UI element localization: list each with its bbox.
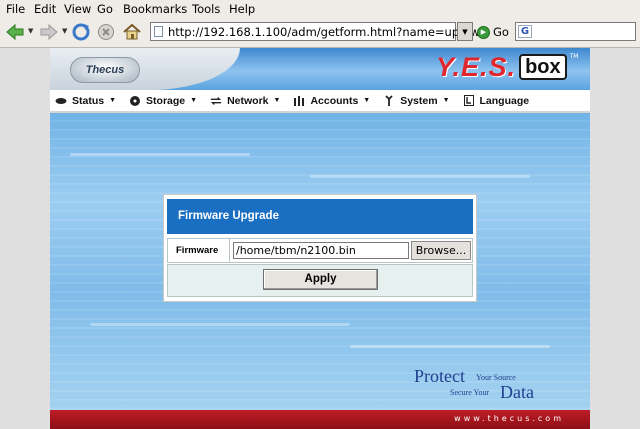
thecus-logo[interactable]: Thecus (70, 57, 140, 83)
chevron-down-icon: ▼ (109, 97, 117, 104)
forward-button[interactable] (38, 21, 60, 43)
row-divider (229, 239, 230, 262)
chevron-down-icon: ▼ (273, 97, 281, 104)
background-streak (310, 175, 530, 178)
menu-file[interactable]: File (6, 2, 25, 16)
go-arrow-icon: ▶ (477, 25, 490, 39)
reload-button[interactable] (70, 21, 92, 43)
nav-network[interactable]: Network ▼ (210, 95, 280, 107)
disk-icon (55, 95, 67, 107)
header-banner: Thecus Y.E.S. box TM (50, 48, 590, 90)
nav-accounts[interactable]: Accounts ▼ (293, 95, 370, 107)
browse-button[interactable]: Browse... (411, 241, 471, 260)
menu-bookmarks[interactable]: Bookmarks (123, 2, 187, 16)
go-button[interactable]: ▶ Go (477, 24, 509, 40)
footer-url[interactable]: www.thecus.com (454, 414, 564, 423)
url-bar[interactable]: http://192.168.1.100/adm/getform.html?na… (150, 22, 480, 41)
language-icon (463, 95, 475, 107)
forward-dropdown-icon[interactable]: ▼ (62, 27, 67, 35)
home-icon (123, 23, 141, 40)
nav-status[interactable]: Status ▼ (55, 95, 116, 107)
panel-title: Firmware Upgrade (167, 199, 473, 234)
firmware-file-input[interactable]: /home/tbm/n2100.bin (233, 242, 409, 259)
brand-tm: TM (569, 53, 579, 60)
back-arrow-icon (6, 23, 24, 41)
site-nav-menu: Status ▼ Storage ▼ Network ▼ Accounts ▼ Syst… (50, 90, 590, 113)
search-box[interactable]: G (515, 22, 636, 41)
nav-language[interactable]: Language (463, 94, 530, 107)
slogan-secure-your: Secure Your (450, 388, 490, 397)
firmware-row: Firmware /home/tbm/n2100.bin Browse... (167, 238, 473, 263)
page-icon (154, 26, 163, 37)
wrench-icon (383, 94, 395, 107)
google-search-icon: G (518, 25, 532, 38)
stop-icon (98, 24, 114, 40)
background-streak (90, 323, 350, 326)
footer-bar: www.thecus.com (50, 410, 590, 429)
page-viewport: Thecus Y.E.S. box TM Status ▼ Storage ▼ Ne… (0, 48, 640, 429)
slogan-data: Data (500, 382, 534, 402)
network-icon (210, 95, 222, 107)
url-text: http://192.168.1.100/adm/getform.html?na… (168, 25, 480, 39)
background-streak (70, 153, 250, 156)
back-button[interactable] (4, 21, 26, 43)
chevron-down-icon: ▼ (363, 97, 371, 104)
back-dropdown-icon[interactable]: ▼ (28, 27, 33, 35)
firmware-label: Firmware (176, 245, 219, 256)
logo-text: Thecus (85, 64, 125, 76)
menu-edit[interactable]: Edit (34, 2, 56, 16)
nav-status-label: Status (72, 94, 105, 107)
brand-yes: Y.E.S. (436, 51, 517, 82)
chevron-down-icon: ▼ (190, 97, 198, 104)
background-streak (350, 345, 550, 348)
nav-system[interactable]: System ▼ (383, 94, 450, 107)
brand-box: box (519, 54, 567, 80)
slogan-protect: Protect (414, 366, 465, 386)
stop-button[interactable] (95, 21, 117, 43)
nav-language-label: Language (479, 94, 530, 107)
accounts-icon (293, 95, 305, 107)
main-content: Firmware Upgrade Firmware /home/tbm/n210… (50, 113, 590, 410)
site-frame: Thecus Y.E.S. box TM Status ▼ Storage ▼ Ne… (50, 48, 590, 429)
firmware-upgrade-panel: Firmware Upgrade Firmware /home/tbm/n210… (163, 194, 477, 302)
browser-menubar: File Edit View Go Bookmarks Tools Help (0, 0, 640, 17)
menu-view[interactable]: View (64, 2, 91, 16)
url-history-dropdown[interactable]: ▼ (457, 22, 473, 41)
apply-row: Apply (167, 264, 473, 297)
slogan-your-source: Your Source (476, 373, 516, 382)
yes-box-brand: Y.E.S. box TM (436, 51, 578, 83)
storage-icon (129, 95, 141, 107)
nav-system-label: System (400, 94, 438, 107)
slogan: Protect Your Source Secure Your Data (414, 366, 554, 406)
apply-button[interactable]: Apply (263, 269, 378, 290)
forward-arrow-icon (40, 23, 58, 41)
menu-help[interactable]: Help (229, 2, 255, 16)
reload-icon (72, 23, 90, 41)
go-label: Go (493, 25, 509, 39)
chevron-down-icon: ▼ (442, 97, 450, 104)
nav-accounts-label: Accounts (310, 94, 359, 107)
home-button[interactable] (121, 21, 143, 43)
nav-storage[interactable]: Storage ▼ (129, 95, 197, 107)
nav-storage-label: Storage (146, 94, 186, 107)
menu-go[interactable]: Go (97, 2, 113, 16)
nav-network-label: Network (227, 94, 269, 107)
menu-tools[interactable]: Tools (192, 2, 220, 16)
